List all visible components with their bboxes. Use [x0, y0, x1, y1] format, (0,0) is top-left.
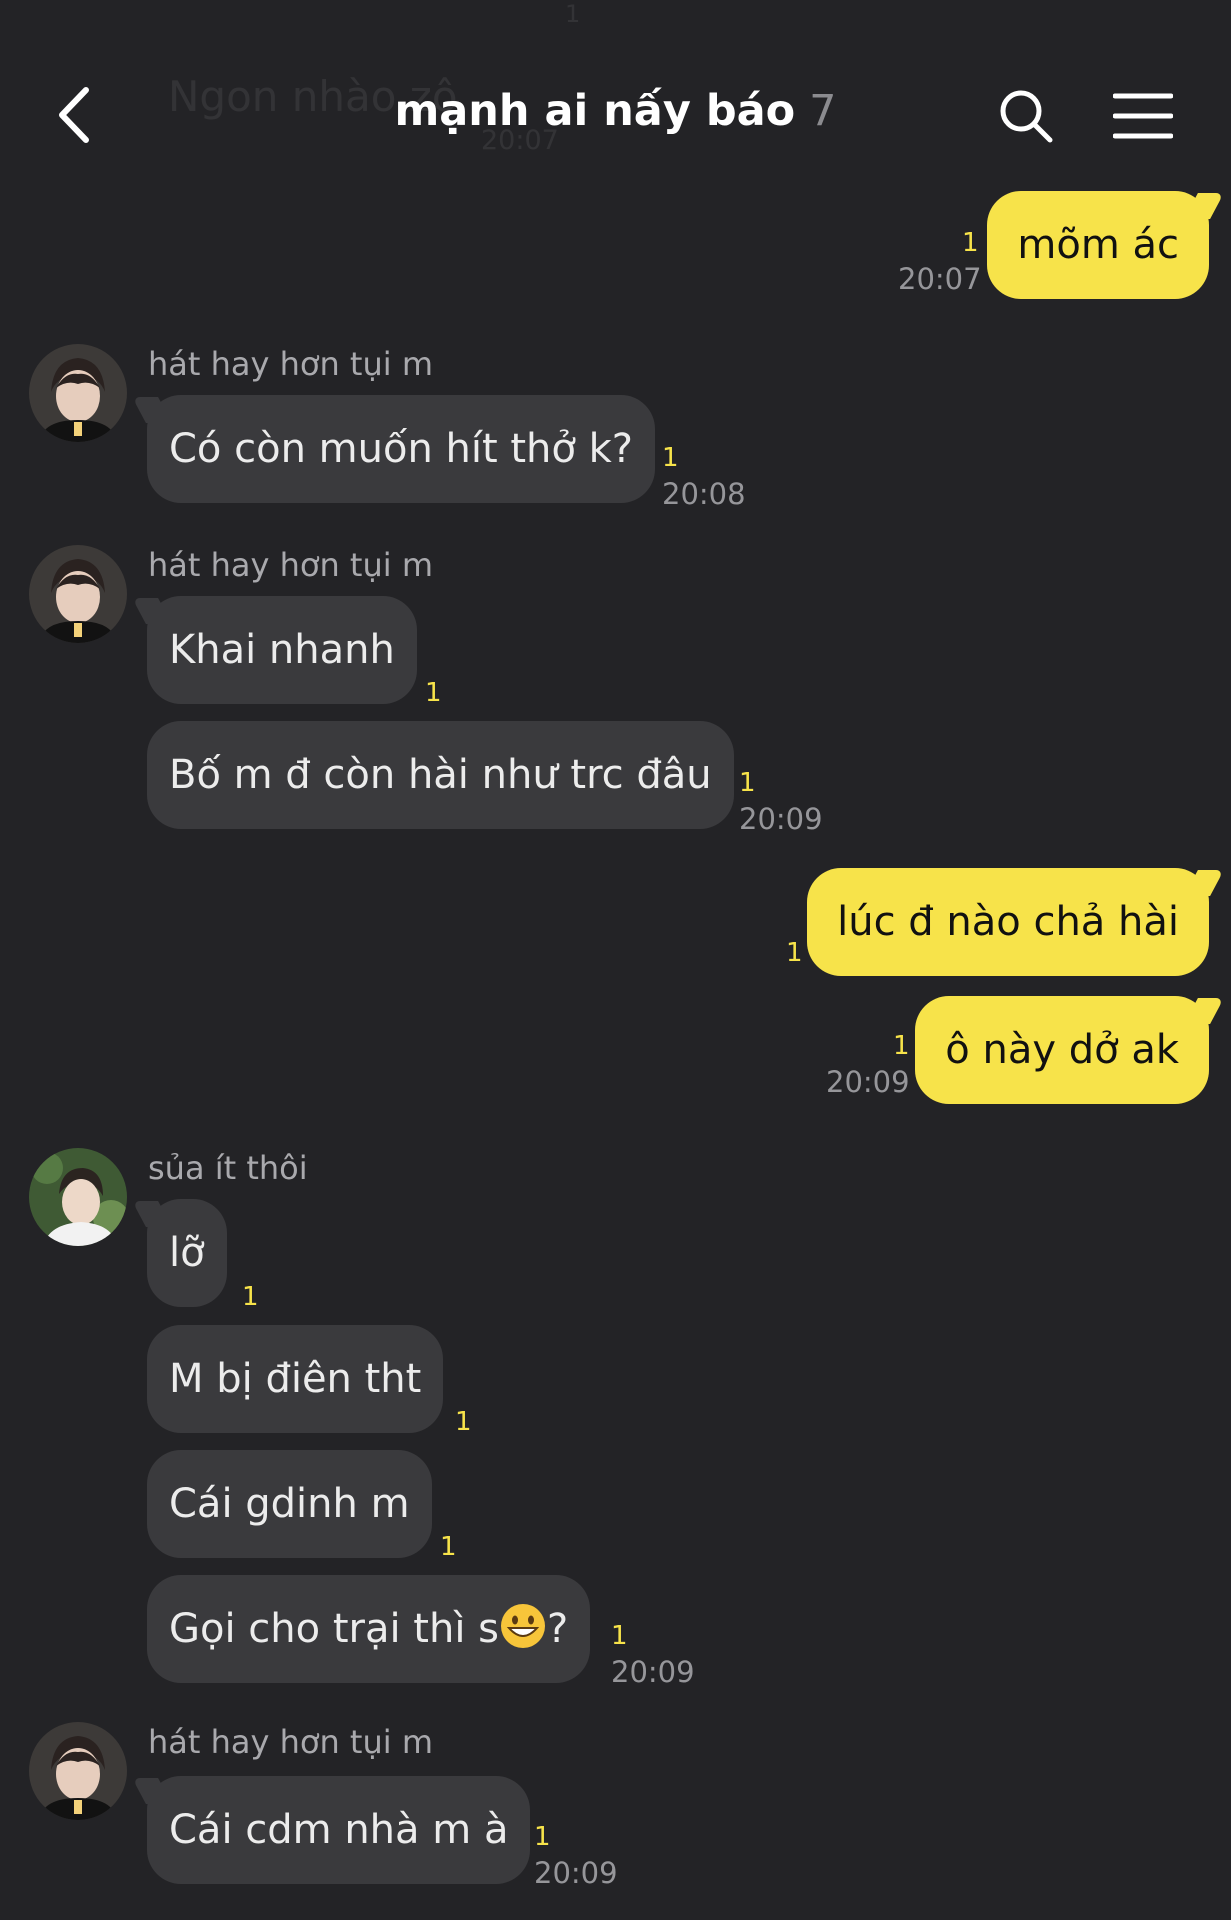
- message-text: Gọi cho trại thì s: [169, 1606, 499, 1652]
- sender-name: hát hay hơn tụi m: [148, 546, 433, 584]
- outgoing-message-bubble[interactable]: ô này dở ak: [915, 996, 1209, 1104]
- sender-name: hát hay hơn tụi m: [148, 345, 433, 383]
- sender-name: hát hay hơn tụi m: [148, 1723, 433, 1761]
- incoming-message-bubble[interactable]: Cái gdinh m: [147, 1450, 432, 1558]
- unread-count: 1: [962, 228, 979, 258]
- incoming-message-bubble[interactable]: Gọi cho trại thì s ?: [147, 1575, 591, 1683]
- avatar-photo-icon: [29, 545, 127, 643]
- unread-count: 1: [440, 1532, 457, 1562]
- avatar[interactable]: [29, 344, 127, 442]
- avatar-photo-icon: [29, 1722, 127, 1820]
- menu-icon[interactable]: [1113, 92, 1173, 140]
- incoming-message-bubble[interactable]: Khai nhanh: [147, 596, 417, 704]
- search-icon[interactable]: [998, 88, 1054, 144]
- unread-count: 1: [611, 1621, 628, 1651]
- incoming-message-bubble[interactable]: Bố m đ còn hài như trc đâu: [147, 721, 734, 829]
- grinning-face-emoji-icon: [501, 1604, 545, 1648]
- outgoing-message-bubble[interactable]: mõm ác: [987, 191, 1209, 299]
- message-text: ?: [547, 1606, 569, 1652]
- unread-count: 1: [786, 938, 803, 968]
- message-time: 20:09: [739, 802, 823, 836]
- unread-count: 1: [534, 1822, 551, 1852]
- unread-count: 1: [893, 1031, 910, 1061]
- unread-count: 1: [242, 1282, 259, 1312]
- avatar[interactable]: [29, 545, 127, 643]
- sender-name: sủa ít thôi: [148, 1149, 308, 1187]
- avatar-photo-icon: [29, 1148, 127, 1246]
- incoming-message-bubble[interactable]: lỡ: [147, 1199, 227, 1307]
- avatar-photo-icon: [29, 344, 127, 442]
- avatar[interactable]: [29, 1722, 127, 1820]
- chat-header: mạnh ai nấy báo 7: [0, 0, 1231, 180]
- unread-count: 1: [425, 678, 442, 708]
- unread-count: 1: [662, 443, 679, 473]
- message-time: 20:09: [611, 1655, 695, 1689]
- avatar[interactable]: [29, 1148, 127, 1246]
- message-time: 20:08: [662, 477, 746, 511]
- incoming-message-bubble[interactable]: M bị điên tht: [147, 1325, 444, 1433]
- message-time: 20:09: [534, 1856, 618, 1890]
- member-count: 7: [809, 86, 837, 136]
- incoming-message-bubble[interactable]: Cái cdm nhà m à: [147, 1776, 531, 1884]
- chat-title-text: mạnh ai nấy báo: [394, 86, 796, 136]
- message-time: 20:09: [826, 1065, 910, 1099]
- unread-count: 1: [455, 1407, 472, 1437]
- message-time: 20:07: [898, 262, 982, 296]
- unread-count: 1: [739, 768, 756, 798]
- outgoing-message-bubble[interactable]: lúc đ nào chả hài: [807, 868, 1209, 976]
- incoming-message-bubble[interactable]: Có còn muốn hít thở k?: [147, 395, 655, 503]
